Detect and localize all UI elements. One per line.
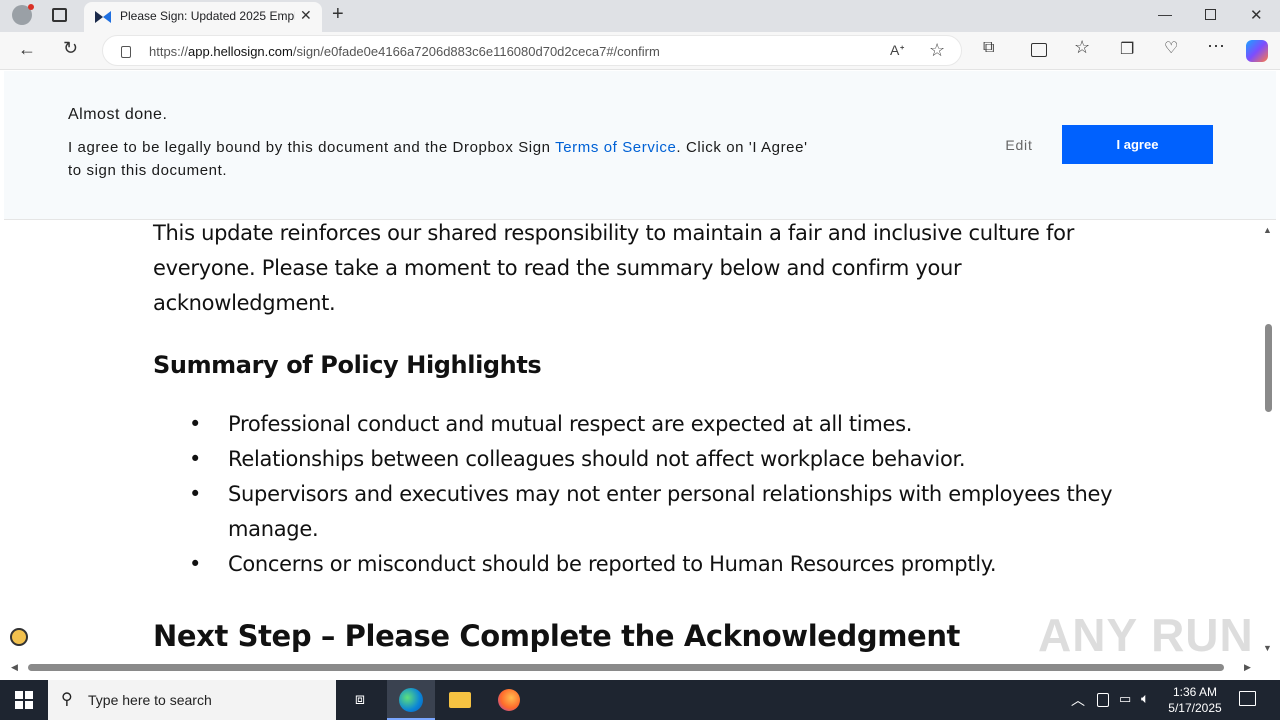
network-icon[interactable]: ▭: [1119, 691, 1131, 707]
browser-tab-strip: Please Sign: Updated 2025 Emplo ✕ + — ✕: [0, 0, 1280, 32]
taskbar-clock[interactable]: 1:36 AM 5/17/2025: [1160, 684, 1230, 716]
back-icon[interactable]: ←: [18, 39, 36, 60]
favorite-star-icon[interactable]: ☆: [929, 40, 945, 61]
browser-essentials-icon[interactable]: ♡: [1164, 38, 1178, 58]
browser-toolbar: ← ↻ https://app.hellosign.com/sign/e0fad…: [0, 32, 1280, 70]
page-viewport: Almost done. I agree to be legally bound…: [0, 71, 1280, 680]
search-icon: ⚲: [61, 691, 73, 708]
firefox-icon[interactable]: [485, 680, 533, 720]
edge-taskbar-icon[interactable]: [387, 680, 435, 720]
policy-list: Professional conduct and mutual respect …: [153, 407, 1133, 582]
active-tab[interactable]: Please Sign: Updated 2025 Emplo ✕: [84, 2, 322, 32]
notification-dot-icon: [28, 4, 34, 10]
banner-title: Almost done.: [68, 106, 168, 123]
notifications-icon[interactable]: [1239, 691, 1256, 706]
scroll-up-arrow-icon[interactable]: ▲: [1263, 225, 1272, 235]
horizontal-scrollbar-thumb[interactable]: [28, 664, 1224, 671]
list-item: Supervisors and executives may not enter…: [153, 477, 1133, 547]
terms-of-service-link[interactable]: Terms of Service: [555, 139, 676, 156]
more-menu-icon[interactable]: ⋯: [1207, 36, 1225, 57]
collections-icon[interactable]: ❐: [1120, 39, 1134, 59]
scroll-right-arrow-icon[interactable]: ▶: [1244, 662, 1251, 673]
close-window-icon[interactable]: ✕: [1250, 6, 1263, 24]
i-agree-button[interactable]: I agree: [1062, 125, 1213, 164]
list-item: Professional conduct and mutual respect …: [153, 407, 1133, 442]
windows-taskbar: ⚲ Type here to search ⧈ ︿ ▭ 🔈︎ 1:36 AM 5…: [0, 680, 1280, 720]
document-body: This update reinforces our shared respon…: [153, 216, 1133, 653]
banner-text-before: I agree to be legally bound by this docu…: [68, 139, 556, 156]
scroll-down-arrow-icon[interactable]: ▼: [1263, 643, 1272, 653]
url-host: app.hellosign.com: [188, 44, 293, 59]
clock-date: 5/17/2025: [1168, 701, 1222, 715]
new-tab-icon[interactable]: +: [332, 3, 344, 26]
intro-paragraph: This update reinforces our shared respon…: [153, 221, 1075, 315]
clock-time: 1:36 AM: [1172, 685, 1218, 699]
anyrun-watermark: ANY RUN: [1038, 609, 1254, 661]
dropbox-sign-favicon-icon: [95, 11, 111, 23]
file-explorer-icon[interactable]: [436, 680, 484, 720]
banner-text: I agree to be legally bound by this docu…: [68, 136, 808, 182]
refresh-icon[interactable]: ↻: [63, 38, 78, 59]
url-scheme: https://: [149, 44, 189, 59]
copilot-icon[interactable]: [1246, 40, 1268, 62]
search-placeholder: Type here to search: [88, 692, 212, 708]
start-button[interactable]: [0, 680, 48, 720]
confirm-banner: Almost done. I agree to be legally bound…: [4, 71, 1276, 220]
next-step-heading: Next Step – Please Complete the Acknowle…: [153, 619, 961, 653]
tray-chevron-icon[interactable]: ︿: [1071, 690, 1085, 710]
edit-button[interactable]: Edit: [994, 134, 1044, 156]
url-path: /sign/e0fade0e4166a7206d883c6e116080d70d…: [292, 44, 660, 59]
list-item: Relationships between colleagues should …: [153, 442, 1133, 477]
volume-icon[interactable]: 🔈︎: [1141, 690, 1149, 707]
task-view-icon[interactable]: ⧈: [336, 680, 384, 720]
read-aloud-icon[interactable]: Aᐩ: [890, 42, 905, 59]
summary-heading: Summary of Policy Highlights: [153, 351, 542, 379]
battery-icon[interactable]: [1097, 693, 1109, 707]
minimize-icon[interactable]: —: [1158, 6, 1172, 22]
close-tab-icon[interactable]: ✕: [300, 7, 312, 24]
tab-title: Please Sign: Updated 2025 Emplo: [120, 9, 295, 23]
windows-logo-icon: [15, 691, 33, 709]
split-screen-icon[interactable]: [1031, 43, 1047, 57]
restore-icon[interactable]: [1205, 9, 1216, 20]
list-item: Concerns or misconduct should be reporte…: [153, 547, 1133, 582]
lock-icon: [121, 46, 131, 58]
scroll-left-arrow-icon[interactable]: ◀: [11, 662, 18, 673]
cookie-icon[interactable]: [10, 628, 28, 646]
address-bar[interactable]: https://app.hellosign.com/sign/e0fade0e4…: [102, 35, 962, 66]
extensions-icon[interactable]: ⧉: [983, 39, 994, 57]
url-text[interactable]: https://app.hellosign.com/sign/e0fade0e4…: [149, 44, 660, 59]
favorites-icon[interactable]: ☆: [1074, 37, 1090, 58]
vertical-scrollbar-thumb[interactable]: [1265, 324, 1272, 412]
taskbar-search-box[interactable]: ⚲ Type here to search: [48, 680, 336, 720]
tab-actions-icon[interactable]: [52, 8, 67, 22]
